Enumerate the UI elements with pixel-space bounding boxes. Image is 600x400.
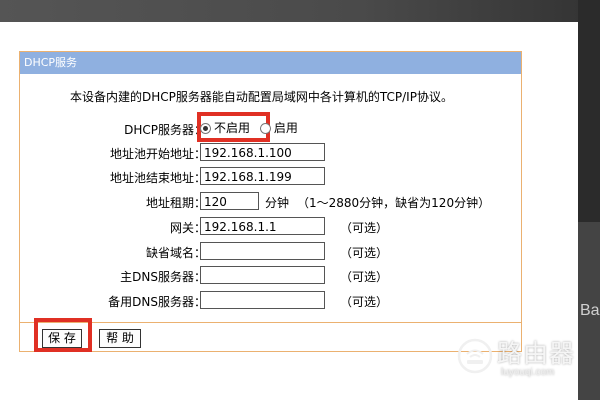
- row-dhcp-server: DHCP服务器： 不启用 启用: [20, 112, 521, 142]
- dns-backup-label: 备用DNS服务器：: [108, 295, 206, 309]
- watermark-site: luyouqi.com: [501, 367, 555, 378]
- button-bar: 保 存 帮 助: [20, 322, 521, 353]
- domain-input[interactable]: [200, 242, 325, 260]
- row-gateway: 网关： 192.168.1.1 （可选）: [20, 217, 521, 237]
- side-watermark: Ba: [580, 302, 600, 319]
- domain-label: 缺省域名：: [145, 246, 206, 260]
- router-icon: [457, 338, 493, 374]
- dns-primary-optional: （可选）: [340, 270, 389, 284]
- dhcp-radio-group: 不启用 启用: [197, 112, 304, 142]
- lease-label: 地址租期：: [145, 196, 206, 210]
- radio-enable-label[interactable]: 启用: [274, 121, 298, 135]
- watermark-logo: 路由器 luyouqi.com: [455, 334, 580, 382]
- top-strip-inner: [0, 0, 600, 22]
- dhcp-panel: DHCP服务 本设备内建的DHCP服务器能自动配置局域网中各计算机的TCP/IP…: [19, 51, 522, 352]
- pool-end-label: 地址池结束地址：: [109, 171, 206, 185]
- row-domain: 缺省域名： （可选）: [20, 242, 521, 262]
- gateway-input[interactable]: 192.168.1.1: [200, 217, 325, 235]
- pool-end-input[interactable]: 192.168.1.199: [200, 167, 325, 185]
- dns-primary-input[interactable]: [200, 266, 325, 284]
- lease-input[interactable]: 120: [200, 192, 259, 210]
- dhcp-server-label: DHCP服务器：: [124, 123, 206, 137]
- dns-backup-optional: （可选）: [340, 295, 389, 309]
- radio-disable[interactable]: [200, 123, 211, 134]
- row-dns-backup: 备用DNS服务器： （可选）: [20, 291, 521, 311]
- pool-start-label: 地址池开始地址：: [109, 147, 206, 161]
- lease-hint: （1～2880分钟，缺省为120分钟）: [297, 196, 491, 210]
- row-pool-end: 地址池结束地址： 192.168.1.199: [20, 167, 521, 187]
- pool-start-input[interactable]: 192.168.1.100: [200, 143, 325, 161]
- dns-primary-label: 主DNS服务器：: [120, 270, 206, 284]
- row-dns-primary: 主DNS服务器： （可选）: [20, 266, 521, 286]
- domain-optional: （可选）: [340, 246, 389, 260]
- highlight-save-box: [34, 318, 92, 352]
- dns-backup-input[interactable]: [200, 291, 325, 309]
- intro-text: 本设备内建的DHCP服务器能自动配置局域网中各计算机的TCP/IP协议。: [70, 90, 453, 104]
- panel-title: DHCP服务: [20, 52, 521, 74]
- lease-unit: 分钟: [265, 196, 290, 210]
- top-strip: [0, 0, 600, 22]
- row-lease: 地址租期： 120 分钟 （1～2880分钟，缺省为120分钟）: [20, 192, 521, 212]
- radio-enable[interactable]: [259, 123, 271, 134]
- row-pool-start: 地址池开始地址： 192.168.1.100: [20, 143, 521, 163]
- help-button[interactable]: 帮 助: [99, 329, 141, 348]
- gateway-optional: （可选）: [340, 221, 389, 235]
- background-right: [578, 0, 600, 400]
- watermark-brand: 路由器: [497, 339, 576, 368]
